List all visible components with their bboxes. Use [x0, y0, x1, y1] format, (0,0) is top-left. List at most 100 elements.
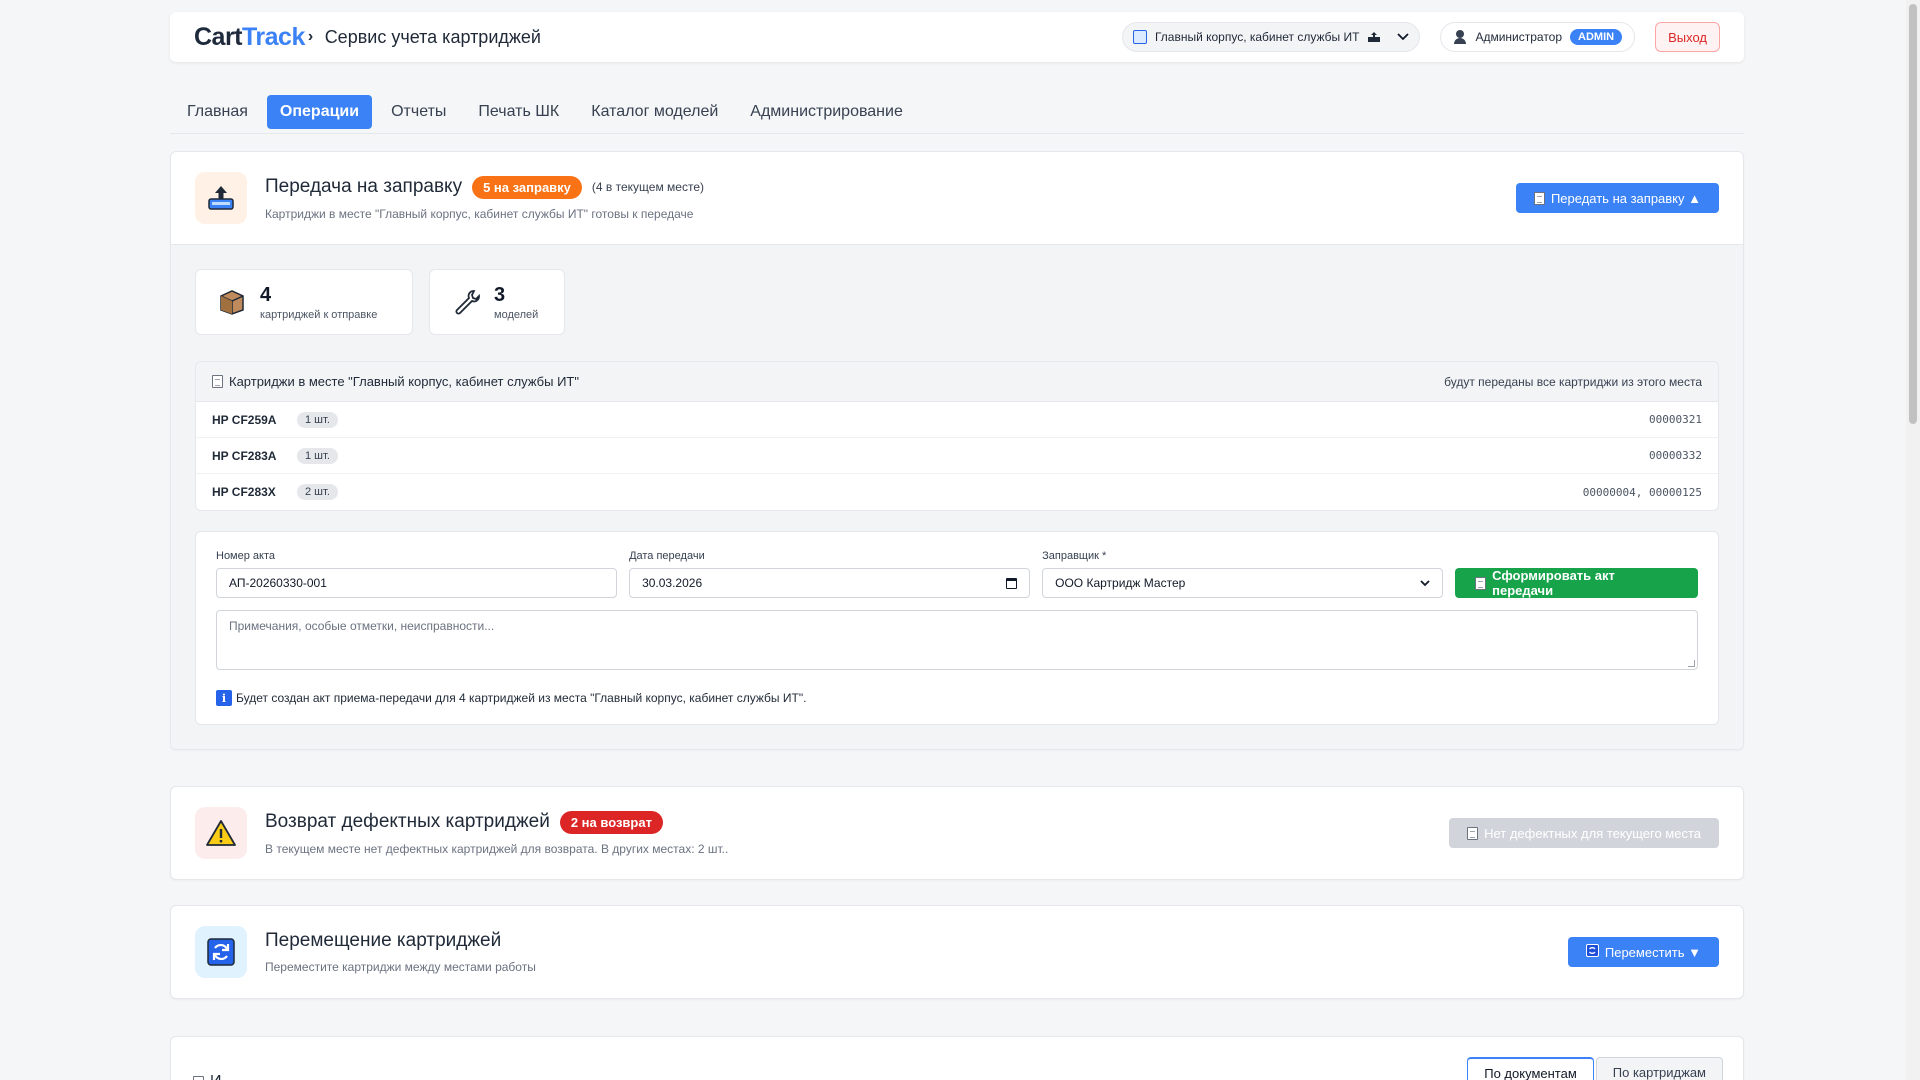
qty-badge: 1 шт.	[297, 411, 338, 428]
logout-button[interactable]: Выход	[1655, 22, 1720, 52]
info-icon: i	[216, 690, 232, 706]
history-card: И По документам По картриджам	[170, 1036, 1744, 1080]
move-card-header[interactable]: Перемещение картриджей Переместите картр…	[171, 906, 1743, 998]
refiller-select[interactable]: ООО Картридж Мастер	[1042, 568, 1444, 598]
location-selector[interactable]: Главный корпус, кабинет службы ИТ	[1121, 22, 1421, 52]
tab-print-barcodes[interactable]: Печать ШК	[465, 95, 572, 129]
qty-badge: 1 шт.	[297, 447, 338, 464]
list-item: HP CF259A 1 шт. 00000321	[196, 402, 1718, 438]
refill-card-body: 4 картриджей к отправке 3 моделей Картри…	[171, 244, 1743, 749]
list-item: HP CF283X 2 шт. 00000004, 00000125	[196, 474, 1718, 510]
qty-badge: 2 шт.	[297, 484, 338, 500]
clipboard-icon	[1533, 191, 1545, 205]
tab-by-cartridges[interactable]: По картриджам	[1595, 1057, 1723, 1080]
stat-models-value: 3	[494, 283, 506, 306]
refiller-value: ООО Картридж Мастер	[1055, 576, 1186, 590]
defect-return-card: Возврат дефектных картриджей 2 на возвра…	[170, 786, 1744, 880]
transfer-date-value: 30.03.2026	[642, 576, 703, 590]
stat-cartridges-label: картриджей к отправке	[260, 308, 378, 321]
user-name: Администратор	[1475, 30, 1563, 44]
refresh-small-icon	[1585, 944, 1599, 960]
logo-caret: ›	[307, 28, 313, 45]
refill-card-header[interactable]: Передача на заправку 5 на заправку (4 в …	[171, 152, 1743, 244]
box-icon	[220, 290, 244, 315]
notes-textarea[interactable]: Примечания, особые отметки, неисправност…	[216, 610, 1698, 670]
serial-numbers: 00000321	[1649, 413, 1702, 426]
clipboard-icon	[193, 1075, 204, 1080]
location-name: Главный корпус, кабинет службы ИТ	[1154, 30, 1360, 44]
history-title: И	[193, 1073, 222, 1080]
defect-count-badge: 2 на возврат	[559, 810, 663, 834]
refill-subtitle: Картриджи в месте "Главный корпус, кабин…	[265, 206, 694, 221]
user-icon	[1453, 30, 1467, 44]
act-number-input[interactable]: АП-20260330-001	[216, 568, 618, 598]
tab-operations[interactable]: Операции	[266, 94, 373, 129]
app-header: Cart Track › Сервис учета картриджей Главн…	[170, 12, 1744, 62]
warning-icon	[195, 807, 247, 859]
stat-models: 3 моделей	[429, 269, 565, 335]
chevron-down-icon	[1420, 576, 1430, 590]
history-tabs: По документам По картриджам	[1467, 1057, 1723, 1080]
building-icon	[1132, 30, 1147, 44]
serial-numbers: 00000004, 00000125	[1582, 485, 1702, 499]
tab-administration[interactable]: Администрирование	[737, 95, 916, 129]
app-title: Сервис учета картриджей	[324, 26, 541, 47]
chevron-down-icon	[1397, 30, 1410, 44]
tab-by-documents[interactable]: По документам	[1467, 1057, 1594, 1080]
refresh-icon	[195, 926, 247, 978]
cartridge-list-header: Картриджи в месте "Главный корпус, кабин…	[196, 362, 1718, 402]
cartridge-list-title: Картриджи в месте "Главный корпус, кабин…	[229, 374, 579, 389]
stat-cartridges: 4 картриджей к отправке	[195, 269, 413, 335]
move-toggle-button[interactable]: Переместить ▼	[1567, 937, 1719, 967]
list-item: HP CF283A 1 шт. 00000332	[196, 438, 1718, 474]
refill-toggle-button[interactable]: Передать на заправку ▲	[1515, 183, 1719, 213]
calendar-icon[interactable]	[1006, 577, 1018, 589]
tab-model-catalog[interactable]: Каталог моделей	[578, 95, 731, 129]
transfer-date-label: Дата передачи	[629, 550, 705, 562]
defect-return-button[interactable]: Нет дефектных для текущего места	[1449, 818, 1719, 848]
info-text: Будет создан акт приема-передачи для 4 к…	[236, 691, 807, 705]
model-name: HP CF283X	[212, 485, 276, 499]
refill-card: Передача на заправку 5 на заправку (4 в …	[170, 151, 1744, 750]
model-name: HP CF259A	[212, 412, 277, 427]
refiller-label: Заправщик *	[1042, 550, 1107, 562]
history-title-text: И	[210, 1073, 222, 1080]
refill-count-badge: 5 на заправку	[472, 175, 582, 199]
clipboard-icon	[1467, 826, 1479, 840]
defect-title: Возврат дефектных картриджей	[265, 811, 550, 832]
user-menu[interactable]: Администратор ADMIN	[1440, 22, 1636, 52]
wrench-icon	[455, 290, 480, 315]
create-act-label: Сформировать акт передачи	[1492, 568, 1615, 598]
act-number-label: Номер акта	[216, 550, 276, 562]
act-number-value: АП-20260330-001	[229, 576, 327, 590]
move-title: Перемещение картриджей	[265, 930, 502, 951]
stat-models-label: моделей	[494, 308, 539, 321]
tab-home[interactable]: Главная	[174, 95, 261, 129]
cartridge-list-note: будут переданы все картриджи из этого ме…	[1444, 374, 1702, 389]
transfer-form: Номер акта АП-20260330-001 Дата передачи…	[195, 531, 1719, 725]
defect-return-label: Нет дефектных для текущего места	[1484, 825, 1701, 841]
clipboard-icon	[1475, 576, 1487, 590]
cartridge-list: Картриджи в месте "Главный корпус, кабин…	[195, 361, 1719, 511]
move-card: Перемещение картриджей Переместите картр…	[170, 905, 1744, 999]
tab-reports[interactable]: Отчеты	[378, 95, 459, 129]
refill-toggle-label: Передать на заправку ▲	[1550, 190, 1701, 206]
refill-title: Передача на заправку	[265, 176, 463, 197]
serial-numbers: 00000332	[1649, 449, 1702, 462]
refill-stats: 4 картриджей к отправке 3 моделей	[195, 269, 1719, 335]
stat-cartridges-value: 4	[260, 283, 272, 306]
logo-cart: Cart	[194, 22, 243, 51]
transfer-date-input[interactable]: 30.03.2026	[629, 568, 1031, 598]
scrollbar-thumb[interactable]	[1909, 4, 1917, 424]
move-toggle-label: Переместить ▼	[1604, 944, 1701, 960]
role-badge: ADMIN	[1570, 29, 1623, 45]
logo-track: Track	[242, 22, 305, 51]
defect-subtitle: В текущем месте нет дефектных картриджей…	[265, 841, 729, 856]
page-scrollbar[interactable]	[1906, 0, 1920, 1080]
create-act-button[interactable]: Сформировать акт передачи	[1455, 568, 1699, 598]
defect-card-header[interactable]: Возврат дефектных картриджей 2 на возвра…	[171, 787, 1743, 879]
main-nav: Главная Операции Отчеты Печать ШК Катало…	[170, 90, 1744, 134]
logo[interactable]: Cart Track ›	[194, 23, 313, 52]
info-message: i Будет создан акт приема-передачи для 4…	[216, 690, 1698, 706]
upload-tray-icon	[195, 172, 247, 224]
